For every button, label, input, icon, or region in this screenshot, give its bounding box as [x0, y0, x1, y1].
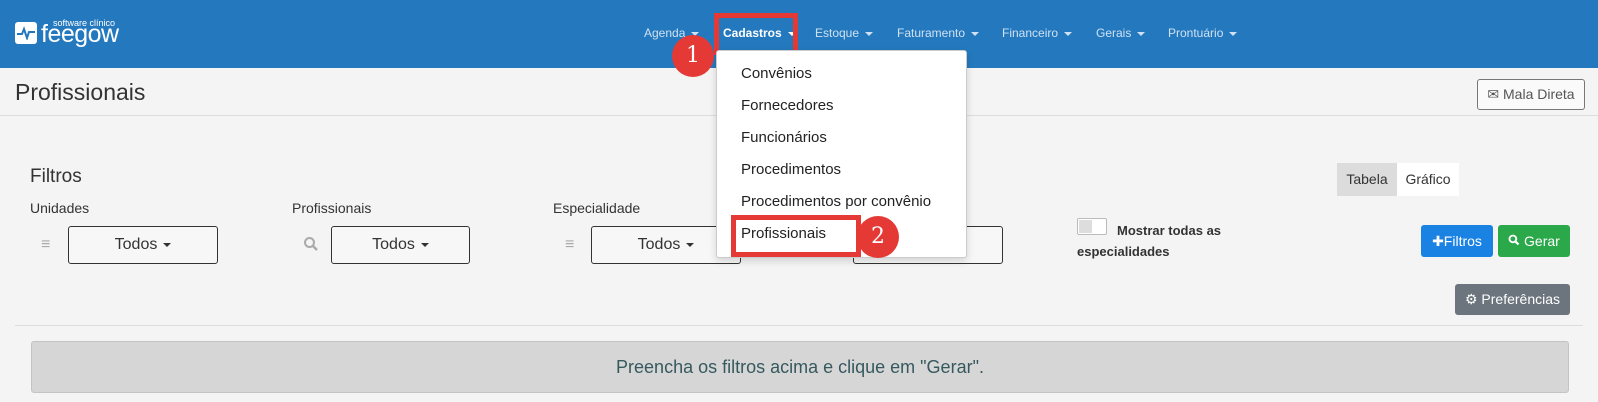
especialidade-value: Todos	[637, 236, 681, 253]
gerar-button-label: Gerar	[1524, 233, 1560, 249]
highlight-profissionais	[731, 215, 861, 257]
preferencias-button[interactable]: ⚙ Preferências	[1455, 284, 1570, 315]
chevron-down-icon	[1137, 31, 1146, 36]
page-title: Profissionais	[15, 79, 146, 105]
view-tabela-button[interactable]: Tabela	[1337, 163, 1397, 196]
profissionais-value: Todos	[372, 236, 415, 253]
menu-item-procedimentos-por-convenio[interactable]: Procedimentos por convênio	[741, 193, 931, 210]
menu-item-fornecedores[interactable]: Fornecedores	[741, 97, 834, 114]
list-icon: ≡	[41, 236, 51, 253]
list-icon: ≡	[565, 236, 575, 253]
chevron-down-icon	[1064, 31, 1073, 36]
chevron-down-icon	[865, 31, 874, 36]
section-divider	[15, 325, 1583, 326]
unidades-select[interactable]: Todos	[68, 226, 218, 264]
nav-faturamento[interactable]: Faturamento	[897, 26, 980, 40]
plus-icon: ✚	[1432, 233, 1444, 249]
chevron-down-icon	[971, 31, 980, 36]
menu-item-procedimentos[interactable]: Procedimentos	[741, 161, 841, 178]
nav-financeiro[interactable]: Financeiro	[1002, 26, 1073, 40]
nav-financeiro-label: Financeiro	[1002, 26, 1059, 40]
step-1-badge: 1	[672, 35, 714, 77]
feegow-logo[interactable]: feegow software clínico	[15, 14, 135, 50]
mala-direta-button[interactable]: ✉ Mala Direta	[1477, 79, 1585, 110]
view-grafico-button[interactable]: Gráfico	[1397, 163, 1459, 196]
gerar-button[interactable]: Gerar	[1498, 225, 1570, 257]
nav-prontuario[interactable]: Prontuário	[1168, 26, 1238, 40]
filters-title: Filtros	[30, 166, 82, 187]
mala-direta-label: Mala Direta	[1503, 86, 1575, 102]
filtros-button[interactable]: ✚Filtros	[1421, 225, 1493, 257]
info-message: Preencha os filtros acima e clique em "G…	[31, 341, 1569, 393]
nav-estoque[interactable]: Estoque	[815, 26, 874, 40]
nav-estoque-label: Estoque	[815, 26, 860, 40]
chevron-down-icon	[420, 242, 429, 247]
chevron-down-icon	[163, 242, 172, 247]
show-all-label: Mostrar todas as especialidades	[1077, 223, 1222, 259]
menu-item-funcionarios[interactable]: Funcionários	[741, 129, 827, 146]
unidades-label: Unidades	[30, 200, 90, 216]
unidades-value: Todos	[114, 236, 158, 253]
envelope-icon: ✉	[1487, 86, 1500, 102]
chevron-down-icon	[1229, 31, 1238, 36]
nav-gerais[interactable]: Gerais	[1096, 26, 1146, 40]
search-icon	[303, 236, 319, 257]
especialidade-label: Especialidade	[553, 200, 641, 216]
profissionais-select[interactable]: Todos	[331, 226, 470, 264]
nav-prontuario-label: Prontuário	[1168, 26, 1224, 40]
step-2-badge: 2	[857, 216, 899, 258]
profissionais-label: Profissionais	[292, 200, 372, 216]
filtros-button-label: Filtros	[1443, 233, 1482, 249]
gear-icon: ⚙	[1464, 291, 1478, 307]
nav-agenda-label: Agenda	[644, 26, 686, 40]
chevron-down-icon	[686, 242, 695, 247]
nav-faturamento-label: Faturamento	[897, 26, 966, 40]
search-icon	[1508, 233, 1524, 249]
heartbeat-icon	[15, 22, 37, 44]
brand-tagline: software clínico	[53, 18, 116, 28]
highlight-cadastros	[714, 13, 798, 55]
menu-item-convenios[interactable]: Convênios	[741, 65, 812, 82]
nav-gerais-label: Gerais	[1096, 26, 1132, 40]
preferencias-button-label: Preferências	[1481, 291, 1561, 307]
